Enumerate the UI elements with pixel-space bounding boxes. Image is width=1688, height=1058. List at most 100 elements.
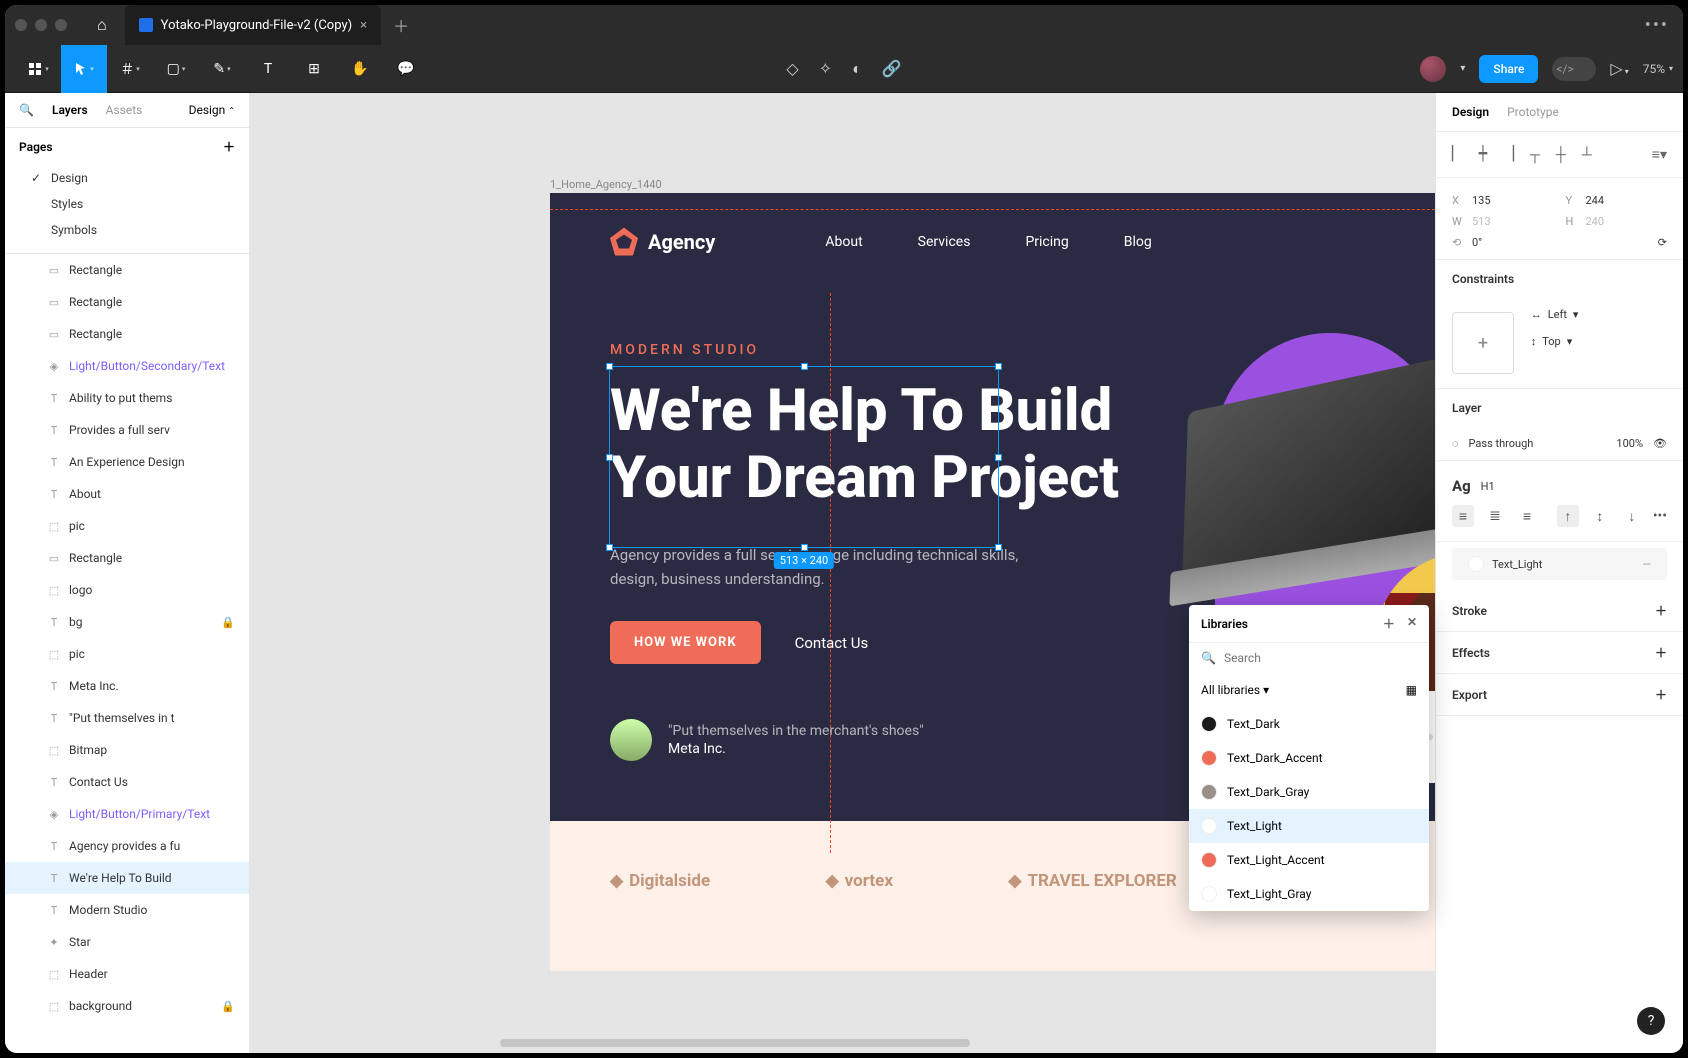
layer-row[interactable]: TAbout bbox=[5, 478, 249, 510]
add-stroke-icon[interactable]: ＋ bbox=[1655, 602, 1667, 619]
pen-tool-icon[interactable]: ✎▾ bbox=[199, 45, 245, 93]
alignment-controls[interactable]: ▏┿▕ ┬┼┴ ≡▾ bbox=[1452, 142, 1667, 167]
resources-tool-icon[interactable]: ⊞ bbox=[291, 45, 337, 93]
text-tool-icon[interactable]: T bbox=[245, 45, 291, 93]
layer-row[interactable]: ⬚logo bbox=[5, 574, 249, 606]
layer-row[interactable]: TMeta Inc. bbox=[5, 670, 249, 702]
layer-row[interactable]: ◈Light/Button/Primary/Text bbox=[5, 798, 249, 830]
search-icon[interactable]: 🔍 bbox=[19, 103, 34, 117]
h-field[interactable]: H240 bbox=[1566, 215, 1668, 228]
prototype-tab[interactable]: Prototype bbox=[1507, 105, 1559, 119]
layer-row[interactable]: Tbg🔒 bbox=[5, 606, 249, 638]
design-dropdown[interactable]: Design ⌃ bbox=[189, 103, 235, 117]
layer-row[interactable]: ⬚Bitmap bbox=[5, 734, 249, 766]
layer-row[interactable]: ✦Star bbox=[5, 926, 249, 958]
library-color-item[interactable]: Text_Dark_Gray bbox=[1189, 775, 1429, 809]
library-color-item[interactable]: Text_Dark bbox=[1189, 707, 1429, 741]
page-item[interactable]: Styles bbox=[25, 191, 235, 217]
canvas-h-scrollbar[interactable] bbox=[500, 1039, 970, 1047]
layer-row[interactable]: TAn Experience Design bbox=[5, 446, 249, 478]
visibility-icon[interactable]: 👁 bbox=[1653, 437, 1667, 450]
layer-row[interactable]: TModern Studio bbox=[5, 894, 249, 926]
library-filter-select[interactable]: All libraries ▾ bbox=[1201, 683, 1269, 697]
text-align-center-icon: ≣ bbox=[1484, 505, 1506, 527]
lock-aspect-icon[interactable]: ⟳ bbox=[1658, 236, 1667, 249]
layer-row[interactable]: TProvides a full serv bbox=[5, 414, 249, 446]
add-page-icon[interactable]: ＋ bbox=[223, 138, 235, 155]
constraint-h[interactable]: ↔ Left ▾ bbox=[1531, 308, 1579, 321]
hand-tool-icon[interactable]: ✋ bbox=[337, 45, 383, 93]
layer-row[interactable]: ⬚background🔒 bbox=[5, 990, 249, 1022]
lock-icon[interactable]: 🔒 bbox=[221, 1000, 235, 1013]
library-color-item[interactable]: Text_Light_Gray bbox=[1189, 877, 1429, 911]
opacity-field[interactable]: 100% bbox=[1616, 437, 1643, 450]
layer-row[interactable]: TContact Us bbox=[5, 766, 249, 798]
home-icon[interactable]: ⌂ bbox=[97, 15, 107, 35]
library-color-item[interactable]: Text_Dark_Accent bbox=[1189, 741, 1429, 775]
lock-icon[interactable]: 🔒 bbox=[221, 616, 235, 629]
x-field[interactable]: X135 bbox=[1452, 194, 1554, 207]
window-controls[interactable] bbox=[15, 19, 67, 31]
add-export-icon[interactable]: ＋ bbox=[1655, 686, 1667, 703]
text-align-controls[interactable]: ≡ ≣ ≡ ↑ ↕ ↓ ••• bbox=[1452, 501, 1667, 531]
page-item[interactable]: Design bbox=[25, 165, 235, 191]
blend-mode-select[interactable]: Pass through bbox=[1469, 437, 1534, 450]
document-tab[interactable]: Yotako-Playground-File-v2 (Copy) × bbox=[125, 5, 381, 45]
add-library-icon[interactable]: ＋ bbox=[1383, 615, 1395, 632]
new-tab-icon[interactable]: ＋ bbox=[393, 13, 409, 37]
design-tab[interactable]: Design bbox=[1452, 105, 1489, 119]
close-libraries-icon[interactable]: ✕ bbox=[1407, 615, 1417, 632]
y-field[interactable]: Y244 bbox=[1566, 194, 1668, 207]
move-tool-icon[interactable]: ▾ bbox=[61, 45, 107, 93]
component-icon[interactable]: ✧ bbox=[819, 59, 832, 79]
layer-row[interactable]: TAgency provides a fu bbox=[5, 830, 249, 862]
avatar-caret-icon[interactable]: ▾ bbox=[1460, 63, 1465, 74]
link-icon[interactable]: 🔗 bbox=[882, 59, 902, 79]
dev-mode-toggle[interactable]: </> bbox=[1552, 57, 1596, 81]
fill-style-row[interactable]: Text_Light — bbox=[1452, 548, 1667, 580]
layer-row[interactable]: ⬚Header bbox=[5, 958, 249, 990]
page-item[interactable]: Symbols bbox=[25, 217, 235, 243]
zoom-control[interactable]: 75%▾ bbox=[1643, 62, 1673, 76]
library-color-item[interactable]: Text_Light_Accent bbox=[1189, 843, 1429, 877]
layer-row[interactable]: ▭Rectangle bbox=[5, 286, 249, 318]
present-icon[interactable]: ▷ ▾ bbox=[1610, 59, 1628, 78]
text-style-name[interactable]: H1 bbox=[1481, 480, 1495, 493]
constraints-widget[interactable] bbox=[1452, 312, 1514, 374]
grid-view-icon[interactable]: ▦ bbox=[1406, 683, 1417, 697]
share-button[interactable]: Share bbox=[1479, 55, 1538, 83]
assets-tab[interactable]: Assets bbox=[106, 103, 143, 117]
layer-row[interactable]: ▭Rectangle bbox=[5, 542, 249, 574]
bounding-box-icon[interactable]: ◇ bbox=[786, 59, 798, 79]
close-tab-icon[interactable]: × bbox=[360, 18, 367, 33]
stroke-header: Stroke bbox=[1452, 604, 1487, 618]
blend-mode-icon[interactable]: ◌ bbox=[1452, 437, 1459, 450]
layers-tab[interactable]: Layers bbox=[52, 103, 88, 117]
library-item-label: Text_Light_Gray bbox=[1227, 887, 1311, 901]
layer-row[interactable]: TAbility to put thems bbox=[5, 382, 249, 414]
frame-label[interactable]: 1_Home_Agency_1440 bbox=[550, 178, 662, 191]
detach-style-icon[interactable]: — bbox=[1642, 558, 1651, 571]
main-menu-icon[interactable]: ▾ bbox=[15, 45, 61, 93]
layer-row[interactable]: TWe're Help To Build bbox=[5, 862, 249, 894]
layer-row[interactable]: ⬚pic bbox=[5, 638, 249, 670]
layer-row[interactable]: T"Put themselves in t bbox=[5, 702, 249, 734]
frame-tool-icon[interactable]: ＃▾ bbox=[107, 45, 153, 93]
libraries-search-input[interactable] bbox=[1224, 651, 1417, 665]
layer-row[interactable]: ⬚pic bbox=[5, 510, 249, 542]
library-color-item[interactable]: Text_Light bbox=[1189, 809, 1429, 843]
rotation-field[interactable]: ⟲0° bbox=[1452, 236, 1554, 249]
more-icon[interactable]: ••• bbox=[1645, 15, 1669, 36]
w-field[interactable]: W513 bbox=[1452, 215, 1554, 228]
constraint-v[interactable]: ↕ Top ▾ bbox=[1531, 335, 1579, 348]
layer-row[interactable]: ▭Rectangle bbox=[5, 318, 249, 350]
layer-type-icon: ▭ bbox=[47, 551, 61, 565]
shape-tool-icon[interactable]: ▢▾ bbox=[153, 45, 199, 93]
layer-row[interactable]: ▭Rectangle bbox=[5, 254, 249, 286]
add-effect-icon[interactable]: ＋ bbox=[1655, 644, 1667, 661]
layer-row[interactable]: ◈Light/Button/Secondary/Text bbox=[5, 350, 249, 382]
help-button[interactable]: ? bbox=[1637, 1007, 1665, 1035]
mask-icon[interactable]: ◐ bbox=[852, 59, 862, 79]
user-avatar[interactable] bbox=[1420, 56, 1446, 82]
comment-tool-icon[interactable]: 💬 bbox=[383, 45, 429, 93]
